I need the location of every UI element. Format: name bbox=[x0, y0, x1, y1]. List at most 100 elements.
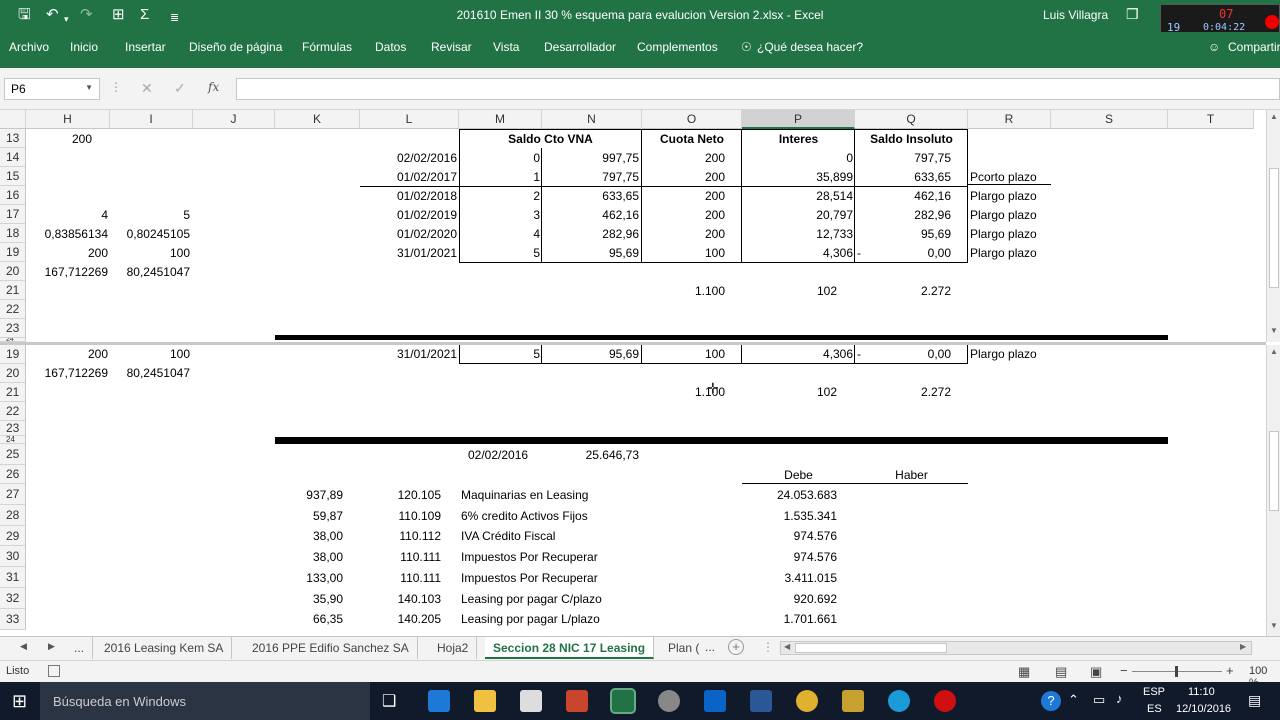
tab-insertar[interactable]: Insertar bbox=[125, 40, 166, 54]
cell-cuota[interactable]: 200 bbox=[642, 206, 725, 224]
cell-debe[interactable]: 1.701.661 bbox=[742, 610, 837, 628]
row-header[interactable]: 13 bbox=[0, 129, 26, 148]
cell-n[interactable]: 4 bbox=[459, 225, 540, 243]
col-header-l[interactable]: L bbox=[360, 110, 459, 129]
hscroll-right-icon[interactable]: ▶ bbox=[1240, 642, 1246, 651]
store-icon[interactable] bbox=[520, 690, 542, 712]
file-explorer-icon[interactable] bbox=[474, 690, 496, 712]
recorder-app-icon[interactable] bbox=[934, 690, 956, 712]
col-header-r[interactable]: R bbox=[968, 110, 1051, 129]
cell-account-desc[interactable]: 6% credito Activos Fijos bbox=[461, 507, 588, 525]
row-header[interactable]: 20 bbox=[0, 262, 26, 281]
row-header[interactable]: 21 bbox=[0, 383, 26, 402]
row-header[interactable]: 23 bbox=[0, 421, 26, 436]
scroll-down-icon[interactable]: ▼ bbox=[1270, 621, 1278, 630]
word-icon[interactable] bbox=[750, 690, 772, 712]
cell-amount-25[interactable]: 25.646,73 bbox=[542, 446, 639, 464]
zoom-in-icon[interactable]: + bbox=[1226, 663, 1234, 678]
normal-view-icon[interactable]: ▦ bbox=[1018, 664, 1030, 680]
sheet-tab-after-more[interactable]: ... bbox=[705, 640, 715, 654]
sheet-tab-plan[interactable]: Plan ( bbox=[660, 637, 707, 659]
network-icon[interactable]: ▭ bbox=[1093, 692, 1105, 708]
col-header-q[interactable]: Q bbox=[855, 110, 968, 129]
col-header-h[interactable]: H bbox=[26, 110, 110, 129]
col-header-n[interactable]: N bbox=[542, 110, 642, 129]
cell-n[interactable]: 3 bbox=[459, 206, 540, 224]
cell-n[interactable]: 0 bbox=[459, 149, 540, 167]
cell-account-desc[interactable]: Leasing por pagar C/plazo bbox=[461, 590, 602, 608]
macro-record-icon[interactable] bbox=[48, 665, 60, 677]
cell-date[interactable]: 01/02/2018 bbox=[360, 187, 457, 205]
row-header[interactable]: 15 bbox=[0, 167, 26, 186]
cell-date[interactable]: 31/01/2021 bbox=[360, 345, 457, 363]
horizontal-scrollbar[interactable]: ◀ ▶ bbox=[780, 641, 1252, 655]
cancel-icon[interactable]: ✕ bbox=[141, 80, 153, 97]
cell-plazo[interactable]: Plargo plazo bbox=[970, 244, 1037, 262]
cell-h18[interactable]: 0,83856134 bbox=[30, 225, 108, 243]
cell-n[interactable]: 1 bbox=[459, 168, 540, 186]
cell-debe[interactable]: 1.535.341 bbox=[742, 507, 837, 525]
cell-saldo[interactable]: 0,00 bbox=[870, 345, 951, 363]
cell-account-desc[interactable]: Maquinarias en Leasing bbox=[461, 486, 588, 504]
vertical-scrollbar-bottom[interactable]: ▲ ▼ bbox=[1266, 345, 1280, 636]
cell-account-desc[interactable]: Leasing por pagar L/plazo bbox=[461, 610, 600, 628]
cell-k[interactable]: 133,00 bbox=[275, 569, 343, 587]
app-icon[interactable] bbox=[658, 690, 680, 712]
row-header[interactable]: 30 bbox=[0, 546, 26, 567]
tab-archivo[interactable]: Archivo bbox=[9, 40, 49, 54]
row-header[interactable]: 18 bbox=[0, 224, 26, 243]
cell-n[interactable]: 5 bbox=[459, 345, 540, 363]
chrome-icon[interactable] bbox=[796, 690, 818, 712]
cell-account-code[interactable]: 140.103 bbox=[360, 590, 441, 608]
cell-h20[interactable]: 167,712269 bbox=[30, 364, 108, 382]
cell-saldo[interactable]: 633,65 bbox=[855, 168, 951, 186]
tab-diseno-pagina[interactable]: Diseño de página bbox=[189, 40, 282, 54]
row-header[interactable]: 32 bbox=[0, 588, 26, 609]
cell-debe[interactable]: 24.053.683 bbox=[742, 486, 837, 504]
cell-vna[interactable]: 95,69 bbox=[542, 244, 639, 262]
cell-h17[interactable]: 4 bbox=[30, 206, 108, 224]
scroll-thumb[interactable] bbox=[1269, 431, 1279, 511]
cell-cuota[interactable]: 100 bbox=[642, 244, 725, 262]
row-header[interactable]: 31 bbox=[0, 567, 26, 588]
cell-date[interactable]: 01/02/2017 bbox=[360, 168, 457, 186]
cell-saldo[interactable]: 95,69 bbox=[855, 225, 951, 243]
cell-saldo[interactable]: 462,16 bbox=[855, 187, 951, 205]
outlook-icon[interactable] bbox=[704, 690, 726, 712]
cell-k[interactable]: 66,35 bbox=[275, 610, 343, 628]
cell-plazo[interactable]: Plargo plazo bbox=[970, 187, 1037, 205]
zoom-slider-thumb[interactable] bbox=[1175, 666, 1178, 677]
sheet-tab-ppe-edificio[interactable]: 2016 PPE Edifio Sanchez SA bbox=[244, 637, 418, 659]
cell-date[interactable]: 02/02/2016 bbox=[360, 149, 457, 167]
tab-datos[interactable]: Datos bbox=[375, 40, 406, 54]
sheet-tab-leasing-kem[interactable]: 2016 Leasing Kem SA bbox=[96, 637, 233, 659]
row-header[interactable]: 27 bbox=[0, 484, 26, 505]
utility-icon[interactable] bbox=[842, 690, 864, 712]
total-saldo[interactable]: 2.272 bbox=[855, 383, 951, 401]
cell-account-code[interactable]: 120.105 bbox=[360, 486, 441, 504]
keyboard-code[interactable]: ES bbox=[1147, 703, 1162, 715]
cell-plazo[interactable]: Plargo plazo bbox=[970, 345, 1037, 363]
task-view-icon[interactable]: ❑ bbox=[382, 691, 396, 711]
cell-k[interactable]: 59,87 bbox=[275, 507, 343, 525]
share-button[interactable]: Compartir bbox=[1228, 40, 1280, 54]
edge-icon[interactable] bbox=[428, 690, 450, 712]
cell-cuota[interactable]: 100 bbox=[642, 345, 725, 363]
cell-account-desc[interactable]: Impuestos Por Recuperar bbox=[461, 548, 598, 566]
cell-interes[interactable]: 20,797 bbox=[742, 206, 853, 224]
cell-debe[interactable]: 974.576 bbox=[742, 548, 837, 566]
row-header[interactable]: 29 bbox=[0, 526, 26, 546]
cell-account-code[interactable]: 110.111 bbox=[360, 569, 441, 587]
cell-saldo[interactable]: 0,00 bbox=[870, 244, 951, 262]
cell-interes[interactable]: 4,306 bbox=[742, 244, 853, 262]
cell-date[interactable]: 01/02/2020 bbox=[360, 225, 457, 243]
tray-chevron-icon[interactable]: ⌃ bbox=[1068, 692, 1079, 708]
cell-vna[interactable]: 462,16 bbox=[542, 206, 639, 224]
cell-cuota[interactable]: 200 bbox=[642, 149, 725, 167]
total-interes[interactable]: 102 bbox=[742, 383, 837, 401]
taskbar-date[interactable]: 12/10/2016 bbox=[1176, 703, 1231, 715]
sheet-tab-more[interactable]: ... bbox=[66, 637, 94, 659]
cell-k[interactable]: 38,00 bbox=[275, 527, 343, 545]
row-header[interactable]: 33 bbox=[0, 609, 26, 630]
ribbon-display-icon[interactable]: ❒ bbox=[1126, 6, 1139, 23]
